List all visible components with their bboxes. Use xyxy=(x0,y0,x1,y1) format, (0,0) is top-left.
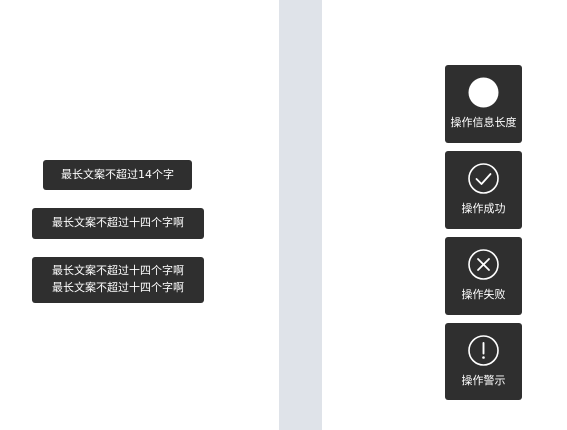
toast-success-label: 操作成功 xyxy=(461,202,506,215)
toast-info-label: 操作信息长度 xyxy=(450,116,517,129)
exclamation-circle-icon xyxy=(467,334,500,367)
toast-info: 操作信息长度 xyxy=(445,65,522,143)
toast-fail-label: 操作失败 xyxy=(461,288,506,301)
toast-medium-text: 最长文案不超过十四个字啊 xyxy=(52,216,184,229)
toast-medium: 最长文案不超过十四个字啊 xyxy=(32,208,204,239)
filled-circle-icon xyxy=(467,76,500,109)
toast-warn: 操作警示 xyxy=(445,323,522,400)
toast-fail: 操作失败 xyxy=(445,237,522,315)
toast-long-line-2: 最长文案不超过十四个字啊 xyxy=(52,281,184,294)
toast-long: 最长文案不超过十四个字啊 最长文案不超过十四个字啊 xyxy=(32,257,204,303)
check-circle-icon xyxy=(467,162,500,195)
toast-short-text: 最长文案不超过14个字 xyxy=(61,168,174,181)
toast-warn-label: 操作警示 xyxy=(461,374,506,387)
close-circle-icon xyxy=(467,248,500,281)
toast-long-line-1: 最长文案不超过十四个字啊 xyxy=(52,264,184,277)
divider-strip xyxy=(279,0,322,430)
toast-success: 操作成功 xyxy=(445,151,522,229)
toast-short: 最长文案不超过14个字 xyxy=(43,160,192,190)
